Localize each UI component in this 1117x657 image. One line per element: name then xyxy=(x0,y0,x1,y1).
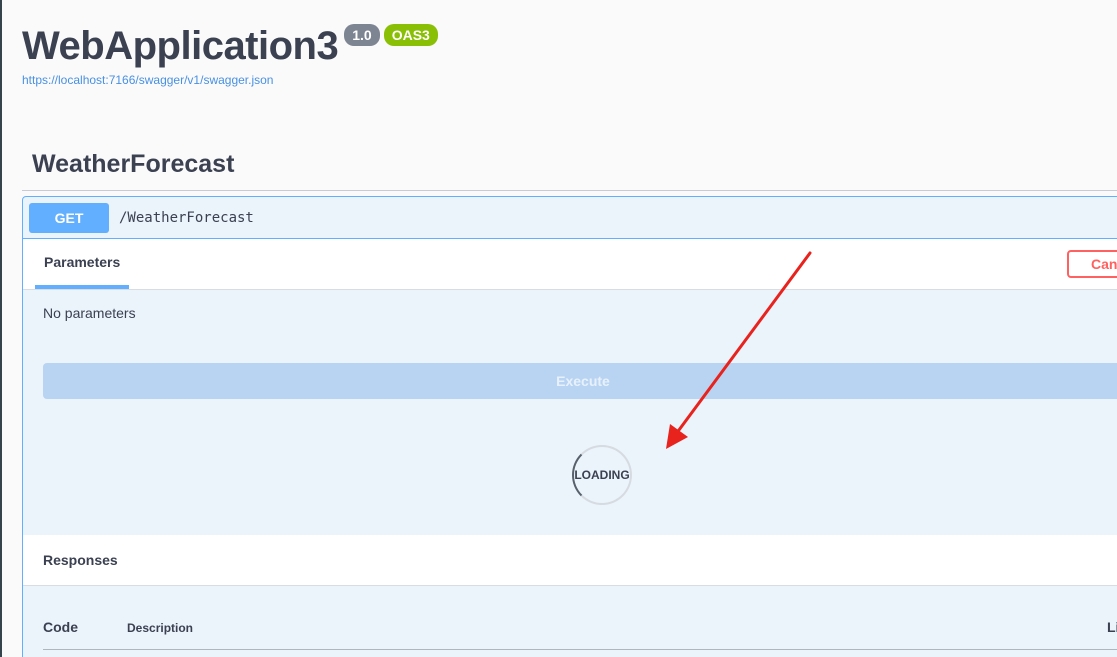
no-parameters-text: No parameters xyxy=(43,305,136,321)
loading-label: LOADING xyxy=(574,468,630,482)
parameters-header: Parameters Cancel xyxy=(23,239,1117,290)
window-left-edge xyxy=(0,0,2,657)
cancel-button[interactable]: Cancel xyxy=(1067,250,1117,278)
version-badge: 1.0 xyxy=(344,24,380,46)
column-header-code: Code xyxy=(43,619,78,635)
column-header-description: Description xyxy=(127,621,194,635)
column-header-links: Links xyxy=(1107,619,1117,635)
swagger-json-link[interactable]: https://localhost:7166/swagger/v1/swagge… xyxy=(22,73,273,87)
get-operation-block: GET /WeatherForecast Parameters Cancel N… xyxy=(22,196,1117,657)
responses-header: Responses xyxy=(23,535,1117,586)
execute-button[interactable]: Execute xyxy=(43,363,1117,399)
spinner-icon: LOADING xyxy=(572,445,632,505)
operation-path: /WeatherForecast xyxy=(119,210,254,226)
responses-title: Responses xyxy=(43,552,118,568)
get-method-badge: GET xyxy=(29,203,109,233)
oas-badge: OAS3 xyxy=(383,24,438,46)
operation-summary[interactable]: GET /WeatherForecast xyxy=(23,197,1117,239)
tab-parameters[interactable]: Parameters xyxy=(35,239,130,289)
api-title: WebApplication3 xyxy=(22,24,339,68)
swagger-ui-page: WebApplication3 1.0 OAS3 https://localho… xyxy=(0,0,1117,657)
responses-table-divider xyxy=(43,649,1117,650)
tag-section-title[interactable]: WeatherForecast xyxy=(32,150,234,179)
tag-divider xyxy=(22,190,1117,191)
info-header: WebApplication3 1.0 OAS3 xyxy=(22,20,438,72)
